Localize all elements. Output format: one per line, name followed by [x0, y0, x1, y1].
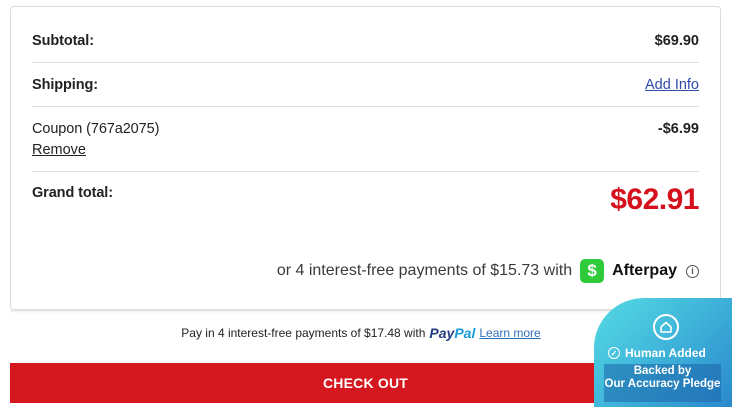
info-icon[interactable]: i	[686, 264, 699, 278]
coupon-row: Coupon (767a2075) -$6.99 Remove	[32, 121, 699, 165]
subtotal-value: $69.90	[654, 33, 699, 49]
divider	[32, 106, 699, 107]
grand-total-row: Grand total: $62.91	[32, 183, 699, 225]
accuracy-pledge-badge[interactable]: ✓ Human Added Backed by Our Accuracy Ple…	[594, 298, 732, 407]
coupon-value: -$6.99	[657, 121, 699, 137]
subtotal-label: Subtotal:	[32, 33, 94, 49]
pledge-title: ✓ Human Added	[608, 346, 706, 360]
pledge-line-2: Our Accuracy Pledge	[604, 378, 721, 390]
grand-total-value: $62.91	[610, 183, 699, 216]
paypal-text: Pay in 4 interest-free payments of $17.4…	[181, 326, 426, 340]
add-shipping-info-link[interactable]: Add Info	[645, 77, 699, 93]
pledge-title-text: Human Added	[625, 346, 706, 360]
afterpay-row: or 4 interest-free payments of $15.73 wi…	[277, 258, 699, 284]
cashapp-icon: $	[580, 259, 605, 283]
order-summary-card: Subtotal: $69.90 Shipping: Add Info Coup…	[10, 6, 721, 310]
coupon-label: Coupon (767a2075)	[32, 121, 160, 137]
afterpay-text: or 4 interest-free payments of $15.73 wi…	[276, 262, 573, 279]
afterpay-brand: Afterpay	[612, 262, 677, 279]
paypal-logo-pal: Pal	[454, 325, 476, 341]
check-circle-icon: ✓	[608, 347, 620, 359]
shipping-row: Shipping: Add Info	[32, 77, 699, 97]
subtotal-row: Subtotal: $69.90	[32, 33, 699, 53]
divider	[32, 62, 699, 63]
paypal-logo-pay: Pay	[429, 325, 455, 341]
shipping-label: Shipping:	[32, 77, 98, 93]
remove-coupon-link[interactable]: Remove	[32, 142, 86, 158]
home-shield-icon	[653, 314, 679, 340]
pledge-subtitle: Backed by Our Accuracy Pledge	[604, 364, 721, 402]
grand-total-label: Grand total:	[32, 185, 113, 201]
pledge-line-1: Backed by	[633, 365, 692, 377]
paypal-logo: PayPal	[429, 325, 475, 341]
divider	[32, 171, 699, 172]
paypal-learn-more-link[interactable]: Learn more	[479, 326, 540, 340]
